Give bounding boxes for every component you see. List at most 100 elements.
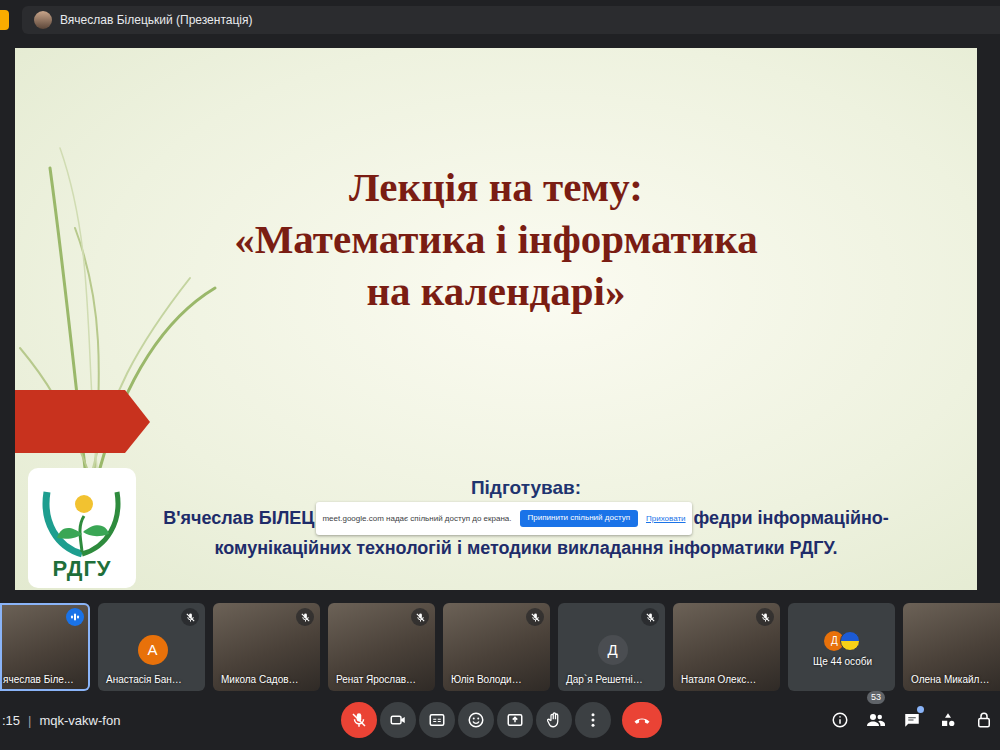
host-controls-button[interactable] bbox=[968, 702, 1000, 738]
tile-center bbox=[221, 626, 314, 673]
microphone-off-icon bbox=[350, 711, 368, 729]
author-text: В'ячеслав БІЛЕЦ bbox=[163, 505, 314, 532]
tile-center bbox=[451, 626, 544, 673]
tile-top-row bbox=[451, 608, 544, 626]
tile-center bbox=[3, 626, 84, 673]
presenter-title: Вячеслав Білецький (Презентація) bbox=[60, 11, 252, 29]
pin-icon[interactable] bbox=[0, 10, 9, 30]
more-options-button[interactable] bbox=[575, 702, 611, 738]
bottom-bar: :15|mqk-vakw-fon bbox=[0, 691, 1000, 750]
slide-authors: Підготував: В'ячеслав БІЛЕЦ meet.google.… bbox=[15, 474, 977, 562]
tile-center: А bbox=[106, 626, 199, 673]
title-line: «Математика і інформатика bbox=[234, 213, 758, 265]
microphone-off-icon bbox=[645, 612, 656, 623]
captions-icon bbox=[428, 711, 446, 729]
title-line: на календарі» bbox=[234, 265, 758, 317]
info-button[interactable] bbox=[824, 702, 856, 738]
author-line: В'ячеслав БІЛЕЦ meet.google.com надає сп… bbox=[163, 502, 889, 535]
participant-name: Микола Садов… bbox=[221, 673, 314, 686]
tile-top-row bbox=[911, 608, 1000, 626]
speaking-bars-icon bbox=[69, 611, 81, 623]
participant-strip: ячеслав Біле… А Анастасія Бан… Микола Садов… bbox=[0, 603, 1000, 691]
chat-button[interactable] bbox=[896, 702, 928, 738]
participant-tile[interactable]: Наталя Олекс… bbox=[673, 603, 780, 691]
more-participants: ДЩе 44 особи bbox=[813, 631, 872, 668]
microphone-button[interactable] bbox=[341, 702, 377, 738]
share-notice-text: meet.google.com надає спільний доступ до… bbox=[322, 505, 511, 532]
tile-top-row bbox=[796, 608, 889, 626]
microphone-off-icon bbox=[185, 612, 196, 623]
participant-tile[interactable]: ДЩе 44 особи bbox=[788, 603, 895, 691]
info-icon bbox=[831, 711, 849, 729]
title-line: Лекція на тему: bbox=[234, 161, 758, 213]
people-icon bbox=[866, 711, 886, 729]
participant-name: Дар`я Решетні… bbox=[566, 673, 659, 686]
separator: | bbox=[20, 713, 39, 728]
present-button[interactable] bbox=[497, 702, 533, 738]
participant-avatar: Д bbox=[598, 635, 628, 665]
tile-top-row bbox=[106, 608, 199, 626]
stop-sharing-button[interactable]: Припинити спільний доступ bbox=[520, 510, 638, 527]
more-count[interactable]: Ще 44 особи bbox=[813, 655, 872, 668]
muted-indicator bbox=[181, 608, 199, 626]
tile-center bbox=[911, 626, 1000, 673]
participant-tile[interactable]: Олена Микайл… bbox=[903, 603, 1000, 691]
tile-top-row bbox=[336, 608, 429, 626]
hand-icon bbox=[545, 711, 563, 729]
participant-tile[interactable]: Д Дар`я Решетні… bbox=[558, 603, 665, 691]
participant-tile[interactable]: Юлія Володи… bbox=[443, 603, 550, 691]
emoji-button[interactable] bbox=[458, 702, 494, 738]
side-controls: 53 bbox=[662, 702, 1000, 738]
tile-center: ДЩе 44 особи bbox=[796, 626, 889, 673]
participant-name: Юлія Володи… bbox=[451, 673, 544, 686]
muted-indicator bbox=[756, 608, 774, 626]
participant-name: ячеслав Біле… bbox=[3, 673, 84, 686]
participant-name: Анастасія Бан… bbox=[106, 673, 199, 686]
hang-up-icon bbox=[632, 710, 652, 730]
tile-top-row bbox=[3, 608, 84, 626]
participant-tile[interactable]: Ренат Ярослав… bbox=[328, 603, 435, 691]
red-arrow-icon bbox=[15, 390, 151, 454]
emoji-icon bbox=[467, 711, 485, 729]
raise-hand-button[interactable] bbox=[536, 702, 572, 738]
activities-shapes-icon bbox=[939, 711, 957, 729]
leave-call-button[interactable] bbox=[622, 702, 662, 738]
author-text: федри інформаційно- bbox=[694, 505, 889, 532]
microphone-off-icon bbox=[415, 612, 426, 623]
present-screen-icon bbox=[506, 711, 524, 729]
lock-icon bbox=[975, 711, 993, 729]
muted-indicator bbox=[296, 608, 314, 626]
muted-indicator bbox=[526, 608, 544, 626]
slide-title: Лекція на тему: «Математика і інформатик… bbox=[234, 161, 758, 317]
speaking-indicator bbox=[66, 608, 84, 626]
activities-button[interactable] bbox=[932, 702, 964, 738]
camera-button[interactable] bbox=[380, 702, 416, 738]
tile-top-row bbox=[221, 608, 314, 626]
call-controls bbox=[341, 702, 662, 738]
tile-top-row bbox=[681, 608, 774, 626]
presentation-slide: РДГУ Лекція на тему: «Математика і інфор… bbox=[15, 48, 977, 590]
presenter-avatar-icon bbox=[34, 11, 52, 29]
participant-name: Ренат Ярослав… bbox=[336, 673, 429, 686]
participant-avatar: А bbox=[138, 635, 168, 665]
captions-button[interactable] bbox=[419, 702, 455, 738]
participant-tile[interactable]: А Анастасія Бан… bbox=[98, 603, 205, 691]
university-logo: РДГУ bbox=[28, 468, 136, 588]
tile-center bbox=[681, 626, 774, 673]
tile-bottom-spacer bbox=[796, 673, 889, 686]
hide-link[interactable]: Приховати bbox=[646, 505, 686, 532]
share-notice: meet.google.com надає спільний доступ до… bbox=[316, 502, 691, 535]
people-button[interactable]: 53 bbox=[860, 702, 892, 738]
unread-dot bbox=[917, 706, 924, 713]
tile-top-row bbox=[566, 608, 659, 626]
microphone-off-icon bbox=[300, 612, 311, 623]
more-vertical-icon bbox=[584, 711, 602, 729]
tile-center: Д bbox=[566, 626, 659, 673]
flag-avatar-icon bbox=[840, 631, 860, 651]
participant-tile[interactable]: ячеслав Біле… bbox=[0, 603, 90, 691]
logo-emblem-icon bbox=[37, 482, 127, 558]
prepared-label: Підготував: bbox=[471, 474, 581, 502]
participant-tile[interactable]: Микола Садов… bbox=[213, 603, 320, 691]
tile-center bbox=[336, 626, 429, 673]
muted-indicator bbox=[411, 608, 429, 626]
